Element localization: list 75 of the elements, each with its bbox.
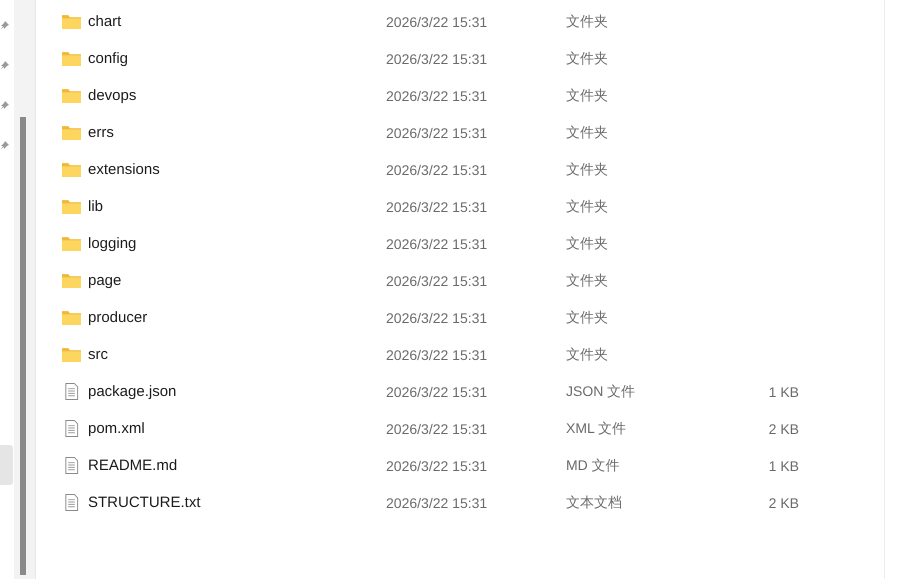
file-size: 1 KB [768, 458, 799, 474]
file-name: STRUCTURE.txt [88, 494, 200, 511]
file-name: devops [88, 87, 136, 104]
file-type: 文件夹 [566, 50, 609, 68]
file-type: 文件夹 [566, 346, 609, 364]
folder-icon [62, 13, 81, 30]
file-name: errs [88, 124, 114, 141]
file-name: chart [88, 13, 122, 30]
file-row[interactable]: lib [36, 198, 367, 215]
pin-icon[interactable] [0, 139, 10, 151]
modified-date: 2026/3/22 15:31 [386, 494, 488, 510]
file-name: lib [88, 198, 104, 215]
file-name: pom.xml [88, 420, 145, 437]
file-type: XML 文件 [566, 420, 628, 438]
file-row[interactable]: devops [36, 87, 367, 104]
file-type: 文件夹 [566, 124, 609, 142]
folder-icon [62, 124, 81, 141]
folder-icon [62, 87, 81, 104]
file-type: 文本文档 [566, 494, 623, 512]
file-type: JSON 文件 [566, 382, 636, 400]
modified-date: 2026/3/22 15:31 [386, 420, 488, 436]
folder-icon [62, 309, 81, 326]
file-row[interactable]: errs [36, 124, 367, 141]
file-row[interactable]: config [36, 50, 367, 67]
file-size: 1 KB [768, 384, 799, 400]
file-row[interactable]: producer [36, 309, 367, 326]
file-name: page [88, 272, 122, 289]
modified-date: 2026/3/22 15:31 [386, 162, 488, 178]
folder-icon [62, 235, 81, 252]
file-size: 2 KB [768, 494, 799, 510]
file-name: producer [88, 309, 148, 326]
modified-date: 2026/3/22 15:31 [386, 14, 488, 30]
file-row[interactable]: STRUCTURE.txt [36, 494, 367, 511]
file-size: 2 KB [768, 420, 799, 436]
modified-date: 2026/3/22 15:31 [386, 198, 488, 214]
file-row[interactable]: page [36, 272, 367, 289]
modified-date: 2026/3/22 15:31 [386, 236, 488, 252]
file-name: package.json [88, 383, 176, 400]
modified-date: 2026/3/22 15:31 [386, 272, 488, 288]
file-type: 文件夹 [566, 12, 609, 30]
file-row[interactable]: src [36, 346, 367, 363]
folder-icon [62, 346, 81, 363]
modified-date: 2026/3/22 15:31 [386, 384, 488, 400]
file-type: 文件夹 [566, 160, 609, 178]
file-name: src [88, 346, 108, 363]
modified-date: 2026/3/22 15:31 [386, 50, 488, 66]
file-row[interactable]: package.json [36, 383, 367, 400]
file-type: 文件夹 [566, 198, 609, 216]
file-type: 文件夹 [566, 272, 609, 290]
pin-icon[interactable] [0, 99, 10, 111]
modified-date: 2026/3/22 15:31 [386, 124, 488, 140]
folder-icon [62, 198, 81, 215]
folder-icon [62, 50, 81, 67]
file-type: 文件夹 [566, 308, 609, 326]
file-name: logging [88, 235, 136, 252]
file-name: README.md [88, 457, 178, 474]
pin-icon[interactable] [0, 19, 10, 31]
file-type: 文件夹 [566, 234, 609, 252]
scrollbar-thumb[interactable] [20, 117, 26, 575]
modified-date: 2026/3/22 15:31 [386, 346, 488, 362]
file-row[interactable]: pom.xml [36, 420, 367, 437]
pin-icon[interactable] [0, 59, 10, 71]
file-name: config [88, 50, 128, 67]
file-row[interactable]: logging [36, 235, 367, 252]
folder-icon [62, 272, 81, 289]
modified-date: 2026/3/22 15:31 [386, 458, 488, 474]
file-name: extensions [88, 161, 160, 178]
file-row[interactable]: README.md [36, 457, 367, 474]
file-row[interactable]: chart [36, 13, 367, 30]
folder-icon [62, 161, 81, 178]
modified-date: 2026/3/22 15:31 [386, 88, 488, 104]
file-type: MD 文件 [566, 456, 621, 474]
file-row[interactable]: extensions [36, 161, 367, 178]
file-type: 文件夹 [566, 86, 609, 104]
modified-date: 2026/3/22 15:31 [386, 310, 488, 326]
